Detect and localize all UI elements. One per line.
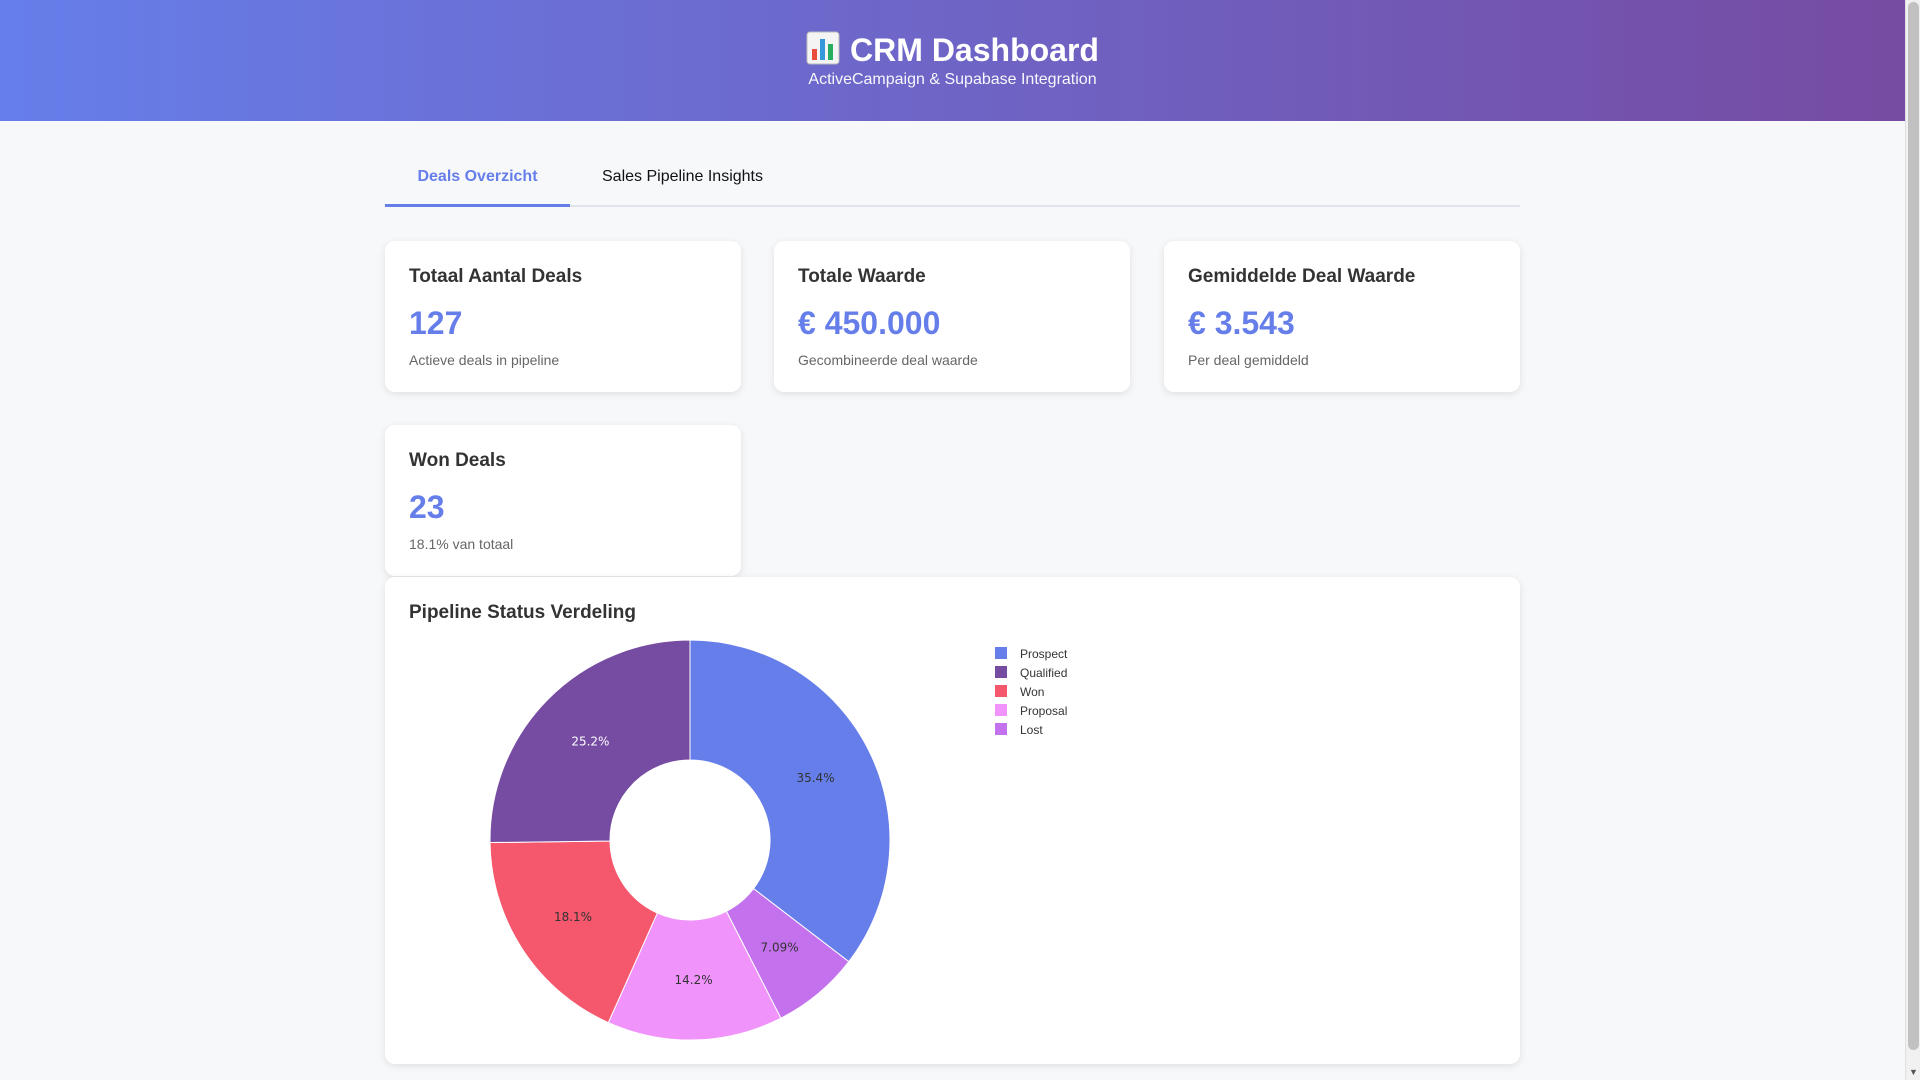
pipeline-donut-chart: 35.4% 7.09% 14.2% 18.1% 25.2%	[489, 639, 891, 1041]
stat-card-total-value: Totale Waarde € 450.000 Gecombineerde de…	[774, 241, 1130, 392]
stat-card-title: Won Deals	[409, 450, 506, 471]
stat-card-title: Totaal Aantal Deals	[409, 266, 583, 287]
legend-item-won[interactable]: Won	[995, 683, 1067, 702]
legend-swatch	[995, 704, 1007, 716]
stat-card-description: 18.1% van totaal	[409, 536, 514, 552]
app-header: CRM Dashboard ActiveCampaign & Supabase …	[0, 0, 1905, 121]
legend-swatch	[995, 666, 1007, 678]
stat-card-description: Per deal gemiddeld	[1188, 352, 1309, 368]
stat-card-average-deal-value: Gemiddelde Deal Waarde € 3.543 Per deal …	[1164, 241, 1520, 392]
legend-swatch	[995, 685, 1007, 697]
stat-card-value: € 450.000	[798, 305, 941, 341]
stat-card-title: Totale Waarde	[798, 266, 926, 287]
stat-card-value: 23	[409, 489, 445, 525]
pie-slice-label-proposal: 14.2%	[675, 973, 713, 987]
stat-card-description: Actieve deals in pipeline	[409, 352, 560, 368]
legend-item-proposal[interactable]: Proposal	[995, 702, 1067, 721]
pipeline-chart-card: Pipeline Status Verdeling 35.4% 7.09% 14.2…	[385, 577, 1520, 1064]
legend-label: Proposal	[1020, 704, 1068, 718]
legend-swatch	[995, 647, 1007, 659]
stat-card-value: € 3.543	[1188, 305, 1295, 341]
legend-label: Won	[1020, 685, 1045, 699]
chart-legend[interactable]: Prospect Qualified Won Proposal Lost	[995, 645, 1067, 740]
pie-slice-label-won: 18.1%	[554, 910, 592, 924]
stat-card-value: 127	[409, 305, 463, 341]
tab-sales-pipeline-insights[interactable]: Sales Pipeline Insights	[570, 158, 795, 207]
legend-label: Prospect	[1020, 647, 1068, 661]
vertical-scrollbar[interactable]: ▼	[1905, 0, 1920, 1080]
legend-item-prospect[interactable]: Prospect	[995, 645, 1067, 664]
legend-label: Lost	[1020, 723, 1043, 737]
bar-chart-icon	[806, 31, 840, 65]
legend-item-qualified[interactable]: Qualified	[995, 664, 1067, 683]
stat-card-description: Gecombineerde deal waarde	[798, 352, 978, 368]
tab-deals-overzicht[interactable]: Deals Overzicht	[385, 158, 570, 207]
pie-slice-label-lost: 7.09%	[761, 941, 799, 955]
stat-card-total-deals: Totaal Aantal Deals 127 Actieve deals in…	[385, 241, 741, 392]
legend-swatch	[995, 723, 1007, 735]
tab-bar: Deals Overzicht Sales Pipeline Insights	[385, 158, 1520, 207]
page-subtitle: ActiveCampaign & Supabase Integration	[808, 71, 1097, 88]
stat-card-title: Gemiddelde Deal Waarde	[1188, 266, 1416, 287]
stat-card-won-deals: Won Deals 23 18.1% van totaal	[385, 425, 741, 576]
pie-slice-prospect[interactable]	[689, 639, 891, 963]
scroll-down-arrow-icon[interactable]: ▼	[1906, 1066, 1920, 1078]
page-title: CRM Dashboard	[0, 30, 1905, 70]
legend-label: Qualified	[1020, 666, 1068, 680]
pie-slice-label-qualified: 25.2%	[571, 735, 609, 749]
scrollbar-thumb[interactable]	[1908, 2, 1919, 1050]
page-title-text: CRM Dashboard	[850, 32, 1099, 68]
pie-slice-label-prospect: 35.4%	[796, 771, 834, 785]
legend-item-lost[interactable]: Lost	[995, 721, 1067, 740]
